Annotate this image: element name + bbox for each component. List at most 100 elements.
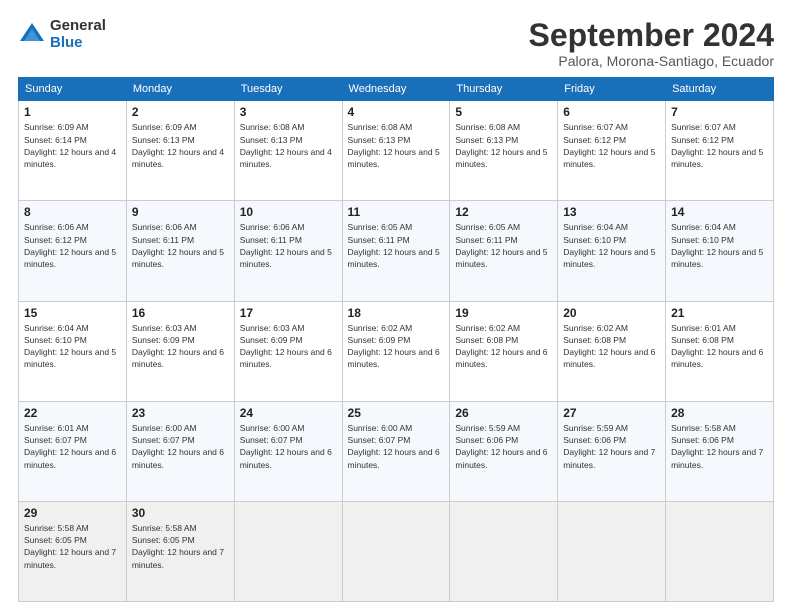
- day-number: 7: [671, 105, 768, 119]
- day-number: 17: [240, 306, 337, 320]
- day-info: Sunrise: 6:08 AMSunset: 6:13 PMDaylight:…: [455, 121, 552, 170]
- day-number: 4: [348, 105, 445, 119]
- day-number: 13: [563, 205, 660, 219]
- day-info: Sunrise: 6:07 AMSunset: 6:12 PMDaylight:…: [563, 121, 660, 170]
- col-saturday: Saturday: [666, 78, 774, 101]
- day-cell: 22 Sunrise: 6:01 AMSunset: 6:07 PMDaylig…: [19, 401, 127, 501]
- week-row-2: 8 Sunrise: 6:06 AMSunset: 6:12 PMDayligh…: [19, 201, 774, 301]
- day-info: Sunrise: 6:08 AMSunset: 6:13 PMDaylight:…: [348, 121, 445, 170]
- day-number: 11: [348, 205, 445, 219]
- day-info: Sunrise: 6:08 AMSunset: 6:13 PMDaylight:…: [240, 121, 337, 170]
- day-info: Sunrise: 6:04 AMSunset: 6:10 PMDaylight:…: [24, 322, 121, 371]
- day-info: Sunrise: 5:59 AMSunset: 6:06 PMDaylight:…: [563, 422, 660, 471]
- logo-blue-text: Blue: [50, 35, 106, 52]
- day-number: 15: [24, 306, 121, 320]
- day-info: Sunrise: 6:03 AMSunset: 6:09 PMDaylight:…: [240, 322, 337, 371]
- day-info: Sunrise: 6:05 AMSunset: 6:11 PMDaylight:…: [455, 221, 552, 270]
- month-title: September 2024: [529, 18, 774, 53]
- day-cell: 25 Sunrise: 6:00 AMSunset: 6:07 PMDaylig…: [342, 401, 450, 501]
- col-friday: Friday: [558, 78, 666, 101]
- week-row-5: 29 Sunrise: 5:58 AMSunset: 6:05 PMDaylig…: [19, 501, 774, 601]
- day-number: 12: [455, 205, 552, 219]
- day-cell: 17 Sunrise: 6:03 AMSunset: 6:09 PMDaylig…: [234, 301, 342, 401]
- day-info: Sunrise: 5:58 AMSunset: 6:05 PMDaylight:…: [132, 522, 229, 571]
- day-info: Sunrise: 6:03 AMSunset: 6:09 PMDaylight:…: [132, 322, 229, 371]
- day-cell: 2 Sunrise: 6:09 AMSunset: 6:13 PMDayligh…: [126, 101, 234, 201]
- day-number: 21: [671, 306, 768, 320]
- day-number: 1: [24, 105, 121, 119]
- day-cell: 5 Sunrise: 6:08 AMSunset: 6:13 PMDayligh…: [450, 101, 558, 201]
- day-info: Sunrise: 6:02 AMSunset: 6:08 PMDaylight:…: [455, 322, 552, 371]
- day-info: Sunrise: 6:06 AMSunset: 6:11 PMDaylight:…: [240, 221, 337, 270]
- day-info: Sunrise: 5:58 AMSunset: 6:06 PMDaylight:…: [671, 422, 768, 471]
- day-info: Sunrise: 6:09 AMSunset: 6:14 PMDaylight:…: [24, 121, 121, 170]
- day-cell: 26 Sunrise: 5:59 AMSunset: 6:06 PMDaylig…: [450, 401, 558, 501]
- day-number: 22: [24, 406, 121, 420]
- day-info: Sunrise: 6:00 AMSunset: 6:07 PMDaylight:…: [240, 422, 337, 471]
- day-number: 10: [240, 205, 337, 219]
- logo-icon: [18, 21, 46, 49]
- col-sunday: Sunday: [19, 78, 127, 101]
- day-cell: [558, 501, 666, 601]
- day-info: Sunrise: 6:04 AMSunset: 6:10 PMDaylight:…: [563, 221, 660, 270]
- day-cell: 12 Sunrise: 6:05 AMSunset: 6:11 PMDaylig…: [450, 201, 558, 301]
- col-thursday: Thursday: [450, 78, 558, 101]
- day-cell: 9 Sunrise: 6:06 AMSunset: 6:11 PMDayligh…: [126, 201, 234, 301]
- title-block: September 2024 Palora, Morona-Santiago, …: [529, 18, 774, 69]
- header-row: Sunday Monday Tuesday Wednesday Thursday…: [19, 78, 774, 101]
- day-cell: 7 Sunrise: 6:07 AMSunset: 6:12 PMDayligh…: [666, 101, 774, 201]
- day-number: 2: [132, 105, 229, 119]
- logo-general: General: [50, 18, 106, 35]
- day-info: Sunrise: 6:09 AMSunset: 6:13 PMDaylight:…: [132, 121, 229, 170]
- day-info: Sunrise: 6:07 AMSunset: 6:12 PMDaylight:…: [671, 121, 768, 170]
- day-cell: [666, 501, 774, 601]
- location: Palora, Morona-Santiago, Ecuador: [529, 53, 774, 69]
- day-number: 25: [348, 406, 445, 420]
- day-cell: [450, 501, 558, 601]
- day-number: 23: [132, 406, 229, 420]
- day-cell: 24 Sunrise: 6:00 AMSunset: 6:07 PMDaylig…: [234, 401, 342, 501]
- day-info: Sunrise: 5:59 AMSunset: 6:06 PMDaylight:…: [455, 422, 552, 471]
- day-cell: 21 Sunrise: 6:01 AMSunset: 6:08 PMDaylig…: [666, 301, 774, 401]
- day-number: 19: [455, 306, 552, 320]
- header: General Blue September 2024 Palora, Moro…: [18, 18, 774, 69]
- week-row-3: 15 Sunrise: 6:04 AMSunset: 6:10 PMDaylig…: [19, 301, 774, 401]
- col-tuesday: Tuesday: [234, 78, 342, 101]
- logo: General Blue: [18, 18, 106, 51]
- day-number: 20: [563, 306, 660, 320]
- day-info: Sunrise: 6:02 AMSunset: 6:08 PMDaylight:…: [563, 322, 660, 371]
- day-info: Sunrise: 6:05 AMSunset: 6:11 PMDaylight:…: [348, 221, 445, 270]
- col-wednesday: Wednesday: [342, 78, 450, 101]
- day-number: 3: [240, 105, 337, 119]
- day-info: Sunrise: 6:06 AMSunset: 6:12 PMDaylight:…: [24, 221, 121, 270]
- logo-text: General Blue: [50, 18, 106, 51]
- day-number: 29: [24, 506, 121, 520]
- day-info: Sunrise: 6:01 AMSunset: 6:07 PMDaylight:…: [24, 422, 121, 471]
- day-number: 28: [671, 406, 768, 420]
- day-cell: [234, 501, 342, 601]
- day-number: 26: [455, 406, 552, 420]
- day-number: 14: [671, 205, 768, 219]
- day-cell: 1 Sunrise: 6:09 AMSunset: 6:14 PMDayligh…: [19, 101, 127, 201]
- day-number: 9: [132, 205, 229, 219]
- day-number: 18: [348, 306, 445, 320]
- day-info: Sunrise: 6:01 AMSunset: 6:08 PMDaylight:…: [671, 322, 768, 371]
- day-cell: 11 Sunrise: 6:05 AMSunset: 6:11 PMDaylig…: [342, 201, 450, 301]
- col-monday: Monday: [126, 78, 234, 101]
- day-cell: 23 Sunrise: 6:00 AMSunset: 6:07 PMDaylig…: [126, 401, 234, 501]
- day-number: 24: [240, 406, 337, 420]
- day-cell: 14 Sunrise: 6:04 AMSunset: 6:10 PMDaylig…: [666, 201, 774, 301]
- day-info: Sunrise: 6:00 AMSunset: 6:07 PMDaylight:…: [348, 422, 445, 471]
- day-number: 5: [455, 105, 552, 119]
- week-row-4: 22 Sunrise: 6:01 AMSunset: 6:07 PMDaylig…: [19, 401, 774, 501]
- day-cell: 29 Sunrise: 5:58 AMSunset: 6:05 PMDaylig…: [19, 501, 127, 601]
- day-info: Sunrise: 6:04 AMSunset: 6:10 PMDaylight:…: [671, 221, 768, 270]
- day-cell: 15 Sunrise: 6:04 AMSunset: 6:10 PMDaylig…: [19, 301, 127, 401]
- day-info: Sunrise: 5:58 AMSunset: 6:05 PMDaylight:…: [24, 522, 121, 571]
- day-cell: 19 Sunrise: 6:02 AMSunset: 6:08 PMDaylig…: [450, 301, 558, 401]
- day-cell: 20 Sunrise: 6:02 AMSunset: 6:08 PMDaylig…: [558, 301, 666, 401]
- day-cell: 16 Sunrise: 6:03 AMSunset: 6:09 PMDaylig…: [126, 301, 234, 401]
- day-cell: 4 Sunrise: 6:08 AMSunset: 6:13 PMDayligh…: [342, 101, 450, 201]
- day-number: 8: [24, 205, 121, 219]
- day-number: 27: [563, 406, 660, 420]
